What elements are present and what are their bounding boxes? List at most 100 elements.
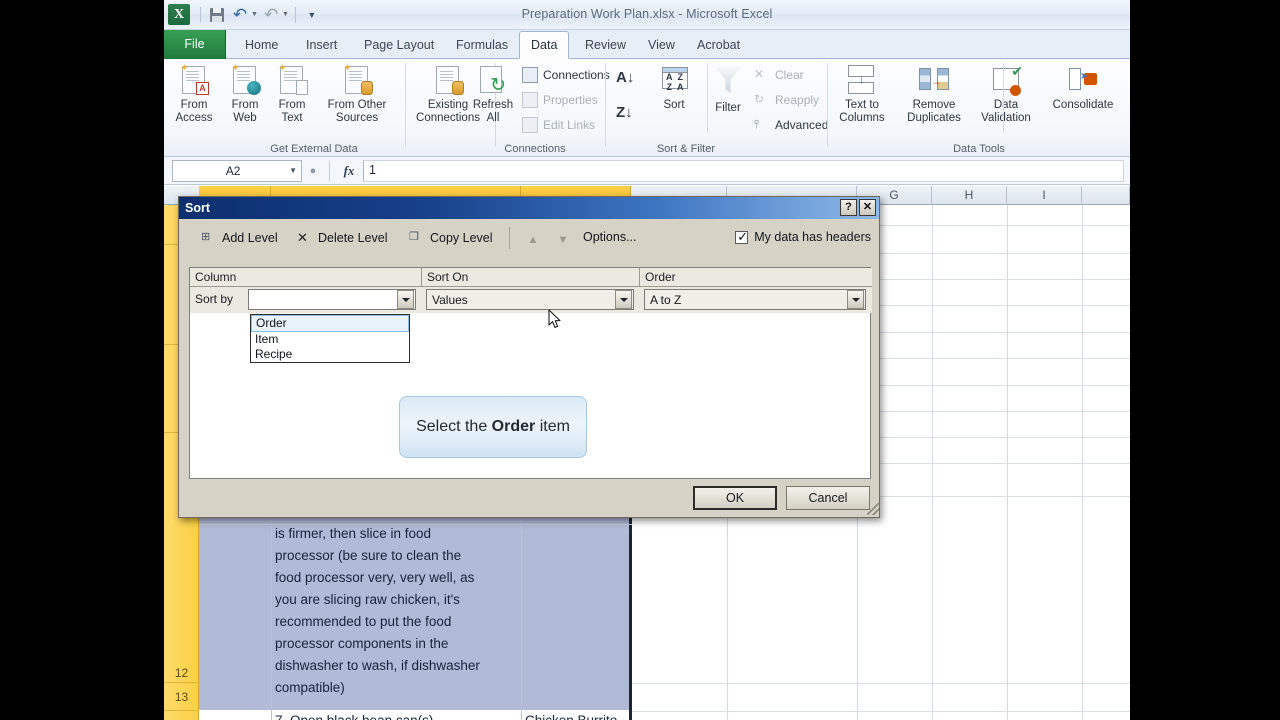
tab-file[interactable]: File bbox=[164, 30, 226, 59]
remove-duplicates-icon: → bbox=[918, 64, 950, 96]
ribbon-group-sort-filter: A↓ Z↓ AZ ZA Sort Filter ✕ Clear ↻ Reappl… bbox=[606, 59, 828, 157]
connections-icon bbox=[522, 67, 538, 83]
sort-on-value: Values bbox=[432, 292, 468, 307]
sort-descending-button[interactable]: Z↓ bbox=[616, 104, 633, 121]
remove-duplicates-button[interactable]: → Remove Duplicates bbox=[896, 64, 972, 125]
tab-page-layout[interactable]: Page Layout bbox=[353, 32, 445, 59]
tab-acrobat[interactable]: Acrobat bbox=[686, 32, 751, 59]
order-combo[interactable]: A to Z bbox=[644, 289, 866, 310]
divider bbox=[1003, 63, 1004, 133]
advanced-icon: ⫯ bbox=[754, 117, 760, 131]
callout-suffix: item bbox=[535, 418, 570, 435]
from-text-button[interactable]: ✦ From Text bbox=[269, 64, 315, 125]
delete-level-button[interactable]: ✕ Delete Level bbox=[297, 230, 388, 246]
tab-home[interactable]: Home bbox=[234, 32, 289, 59]
tab-review[interactable]: Review bbox=[574, 32, 637, 59]
title-bar: ↶ ▼ ↷ ▼ ▼ Preparation Work Plan.xlsx - M… bbox=[164, 0, 1130, 30]
cell-c14-text[interactable]: Chicken Burrito bbox=[525, 710, 645, 720]
insert-function-icon[interactable]: fx bbox=[335, 163, 363, 179]
callout-prefix: Select the bbox=[416, 418, 492, 435]
sort-dialog: Sort ? ✕ ⊞ Add Level ✕ Delete Level ❐ Co… bbox=[178, 196, 880, 518]
cancel-button[interactable]: Cancel bbox=[786, 486, 870, 510]
tab-view[interactable]: View bbox=[637, 32, 686, 59]
row-header-14[interactable]: 14 bbox=[164, 711, 199, 720]
my-data-has-headers-checkbox[interactable]: My data has headers bbox=[735, 229, 871, 245]
ribbon-group-label: Connections bbox=[504, 143, 566, 155]
from-web-icon: ✦ bbox=[229, 64, 261, 96]
edit-links-button[interactable]: Edit Links bbox=[522, 117, 595, 133]
ribbon-group-label: Data Tools bbox=[953, 143, 1005, 155]
tab-formulas[interactable]: Formulas bbox=[445, 32, 519, 59]
consolidate-icon: ➤ bbox=[1067, 64, 1099, 96]
reapply-filter-button[interactable]: ↻ Reapply bbox=[754, 92, 819, 108]
filter-button[interactable]: Filter bbox=[704, 64, 752, 115]
data-validation-button[interactable]: ✔ Data Validation bbox=[974, 64, 1038, 125]
chevron-down-icon[interactable] bbox=[615, 290, 632, 309]
instruction-callout: Select the Order item bbox=[399, 396, 587, 458]
consolidate-button[interactable]: ➤ Consolidate bbox=[1044, 64, 1122, 112]
properties-button[interactable]: Properties bbox=[522, 92, 598, 108]
sort-levels-panel: Column Sort On Order Sort by Values A to… bbox=[189, 267, 872, 479]
close-icon[interactable]: ✕ bbox=[859, 199, 876, 216]
column-header-i[interactable]: I bbox=[1007, 186, 1082, 205]
from-access-icon: ✦ A bbox=[178, 64, 210, 96]
ribbon-tab-strip: File Home Insert Page Layout Formulas Da… bbox=[164, 30, 1130, 59]
dropdown-item-order[interactable]: Order bbox=[251, 315, 409, 332]
excel-window: ↶ ▼ ↷ ▼ ▼ Preparation Work Plan.xlsx - M… bbox=[164, 0, 1130, 720]
cell-b14-text[interactable]: 7. Open black bean can(s) bbox=[275, 710, 515, 720]
filter-icon bbox=[712, 67, 744, 99]
ok-button[interactable]: OK bbox=[693, 486, 777, 510]
reapply-icon: ↻ bbox=[754, 92, 765, 106]
clear-filter-button[interactable]: ✕ Clear bbox=[754, 67, 804, 83]
sort-dialog-title-bar[interactable]: Sort ? ✕ bbox=[179, 197, 879, 219]
refresh-all-button[interactable]: Refresh All bbox=[466, 64, 520, 125]
sort-button[interactable]: AZ ZA Sort bbox=[650, 64, 698, 112]
delete-level-icon: ✕ bbox=[297, 230, 308, 245]
from-other-sources-button[interactable]: ✦ From Other Sources bbox=[314, 64, 400, 125]
sort-by-column-dropdown-list[interactable]: Order Item Recipe bbox=[250, 314, 410, 363]
row-header-13[interactable]: 13 bbox=[164, 683, 199, 711]
ribbon: ✦A From Access ✦ From Web ✦ From Text ✦ bbox=[164, 59, 1130, 157]
formula-bar: A2 ▼ ● fx 1 bbox=[164, 157, 1130, 185]
order-value: A to Z bbox=[650, 292, 682, 307]
header-order: Order bbox=[645, 270, 676, 284]
dropdown-item-recipe[interactable]: Recipe bbox=[251, 347, 409, 362]
tab-insert[interactable]: Insert bbox=[295, 32, 348, 59]
existing-connections-icon bbox=[432, 64, 464, 96]
refresh-all-icon bbox=[477, 64, 509, 96]
advanced-filter-button[interactable]: ⫯ Advanced bbox=[754, 117, 828, 133]
copy-level-button[interactable]: ❐ Copy Level bbox=[409, 230, 493, 246]
what-if-analysis-button[interactable]: ? What-If Analysis bbox=[1122, 64, 1130, 125]
sort-on-combo[interactable]: Values bbox=[426, 289, 634, 310]
add-level-button[interactable]: ⊞ Add Level bbox=[201, 230, 278, 246]
resize-grip[interactable] bbox=[867, 503, 879, 515]
sort-za-icon: Z↓ bbox=[616, 104, 633, 121]
checkbox-icon[interactable] bbox=[735, 229, 749, 245]
column-header-j[interactable] bbox=[1082, 186, 1130, 205]
sort-level-row: Sort by Values A to Z bbox=[190, 287, 872, 313]
sort-by-column-combo[interactable] bbox=[248, 289, 416, 310]
window-title: Preparation Work Plan.xlsx - Microsoft E… bbox=[521, 7, 773, 21]
chevron-down-icon[interactable] bbox=[397, 290, 414, 309]
sort-ascending-button[interactable]: A↓ bbox=[616, 69, 634, 86]
options-button[interactable]: Options... bbox=[583, 230, 637, 244]
text-to-columns-button[interactable]: ↓ Text to Columns bbox=[830, 64, 894, 125]
move-level-down-button[interactable]: ▼ bbox=[555, 233, 571, 247]
sort-dialog-footer: OK Cancel bbox=[179, 477, 881, 517]
cell-b12-text[interactable]: is firmer, then slice in food processor … bbox=[275, 523, 515, 699]
tab-data[interactable]: Data bbox=[519, 31, 570, 59]
from-web-button[interactable]: ✦ From Web bbox=[222, 64, 268, 125]
help-button[interactable]: ? bbox=[840, 199, 857, 216]
connections-button[interactable]: Connections bbox=[522, 67, 610, 83]
chevron-down-icon[interactable]: ▼ bbox=[289, 166, 297, 175]
from-access-button[interactable]: ✦ A From Access bbox=[168, 64, 220, 125]
collapse-formula-bar-icon[interactable]: ● bbox=[302, 165, 324, 177]
formula-input[interactable]: 1 bbox=[363, 159, 1124, 182]
from-text-icon: ✦ bbox=[276, 64, 308, 96]
name-box[interactable]: A2 ▼ bbox=[172, 159, 302, 182]
callout-emphasis: Order bbox=[491, 418, 536, 435]
column-header-h[interactable]: H bbox=[932, 186, 1007, 205]
chevron-down-icon[interactable] bbox=[847, 290, 864, 309]
dropdown-item-item[interactable]: Item bbox=[251, 332, 409, 347]
move-level-up-button[interactable]: ▲ bbox=[525, 233, 541, 247]
